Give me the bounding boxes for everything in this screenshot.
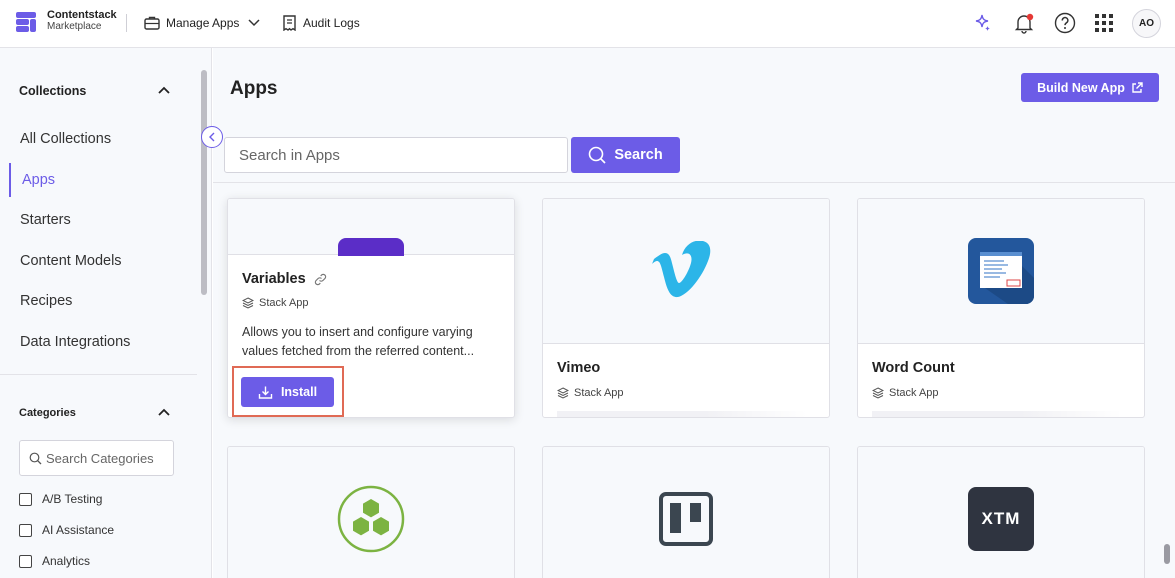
categories-heading: Categories [19,407,76,419]
app-card-trello[interactable] [542,446,830,578]
chevron-left-icon [209,132,215,142]
nav-audit-logs-label: Audit Logs [303,16,360,30]
build-new-app-button[interactable]: Build New App [1021,73,1159,102]
main-content: Apps Build New App Search Vimeo Stack Ap… [213,48,1175,578]
search-icon [589,146,606,164]
xtm-logo-text: XTM [981,509,1021,528]
main-scrollbar[interactable] [1164,544,1170,564]
card-image [858,199,1144,344]
top-bar: Contentstack Marketplace Manage Apps Aud… [0,0,1175,48]
collections-heading: Collections [19,84,87,98]
layers-icon [872,387,884,399]
download-icon [258,386,273,399]
brand-name: Contentstack [47,9,117,21]
chevron-down-icon [248,19,260,27]
chevron-up-icon[interactable] [157,85,171,95]
app-search-input[interactable] [239,146,549,164]
brand[interactable]: Contentstack Marketplace [47,9,117,33]
card-description: Allows you to insert and configure varyi… [242,325,475,358]
category-label: AI Assistance [42,523,115,537]
category-label: Analytics [42,554,91,568]
sidebar: Collections All Collections Apps Starter… [0,48,223,578]
briefcase-icon [144,16,160,30]
card-title: Word Count [872,360,955,376]
app-card-vimeo[interactable]: Vimeo Stack App [542,198,830,418]
receipt-icon [283,15,296,31]
trello-logo-icon [659,492,713,546]
nav-manage-apps[interactable]: Manage Apps [144,12,267,34]
word-count-logo-icon [968,238,1034,304]
category-search-input[interactable] [46,450,164,466]
nav-manage-apps-label: Manage Apps [166,16,240,30]
category-ab-testing[interactable]: A/B Testing [19,492,102,506]
card-type: Stack App [557,387,624,399]
checkbox[interactable] [19,492,32,506]
card-description-faded [872,411,1122,417]
card-type-label: Stack App [259,297,309,309]
help-icon[interactable] [1052,10,1078,36]
sidebar-scrollbar[interactable] [201,70,207,295]
card-type: Stack App [242,297,309,309]
active-indicator [9,163,11,197]
sidebar-item-content-models[interactable]: Content Models [20,253,122,269]
app-card-hexagon[interactable] [227,446,515,578]
card-image [228,199,514,256]
card-image [228,447,514,578]
avatar[interactable]: AO [1132,9,1161,38]
sidebar-item-recipes[interactable]: Recipes [20,293,72,309]
install-label: Install [280,385,318,399]
checkbox[interactable] [19,554,32,568]
category-ai-assistance[interactable]: AI Assistance [19,523,114,537]
card-title: Vimeo [557,360,601,376]
bell-icon[interactable] [1011,10,1037,36]
sidebar-item-starters[interactable]: Starters [20,212,71,228]
app-search[interactable] [224,137,568,173]
card-type-label: Stack App [574,387,624,399]
card-image: XTM [858,447,1144,578]
divider [213,182,1175,183]
page-title: Apps [230,78,278,99]
divider [0,374,197,375]
xtm-logo-icon: XTM [968,487,1034,551]
card-title: Variables [242,271,327,287]
hexagon-cluster-logo-icon [337,485,405,553]
contentstack-logo-icon[interactable] [16,12,36,32]
card-type: Stack App [872,387,939,399]
variables-logo-icon [338,238,404,256]
divider [126,14,127,32]
collapse-sidebar-button[interactable] [201,126,223,148]
app-card-word-count[interactable]: Word Count Stack App [857,198,1145,418]
brand-sub: Marketplace [47,21,102,32]
card-image [543,447,829,578]
layers-icon [242,297,254,309]
layers-icon [557,387,569,399]
vimeo-logo-icon [652,241,711,298]
app-card-xtm[interactable]: XTM [857,446,1145,578]
search-button-label: Search [614,147,663,163]
sidebar-item-apps[interactable]: Apps [22,172,55,188]
card-image [543,199,829,344]
sidebar-item-all-collections[interactable]: All Collections [20,131,111,147]
card-type-label: Stack App [889,387,939,399]
search-button[interactable]: Search [571,137,680,173]
apps-grid-icon[interactable] [1091,10,1117,36]
search-icon [29,452,42,464]
checkbox[interactable] [19,523,32,537]
sidebar-item-data-integrations[interactable]: Data Integrations [20,334,130,350]
install-button[interactable]: Install [241,377,334,407]
chevron-up-icon[interactable] [157,407,171,417]
nav-audit-logs[interactable]: Audit Logs [282,12,360,34]
category-label: A/B Testing [42,492,103,506]
build-new-app-label: Build New App [1037,80,1125,95]
card-title-text: Variables [242,271,306,287]
link-icon[interactable] [314,273,327,286]
card-description-faded [557,411,807,417]
external-link-icon [1132,81,1143,93]
category-analytics[interactable]: Analytics [19,554,90,568]
category-search[interactable] [19,440,174,476]
sparkle-icon[interactable] [969,10,995,36]
